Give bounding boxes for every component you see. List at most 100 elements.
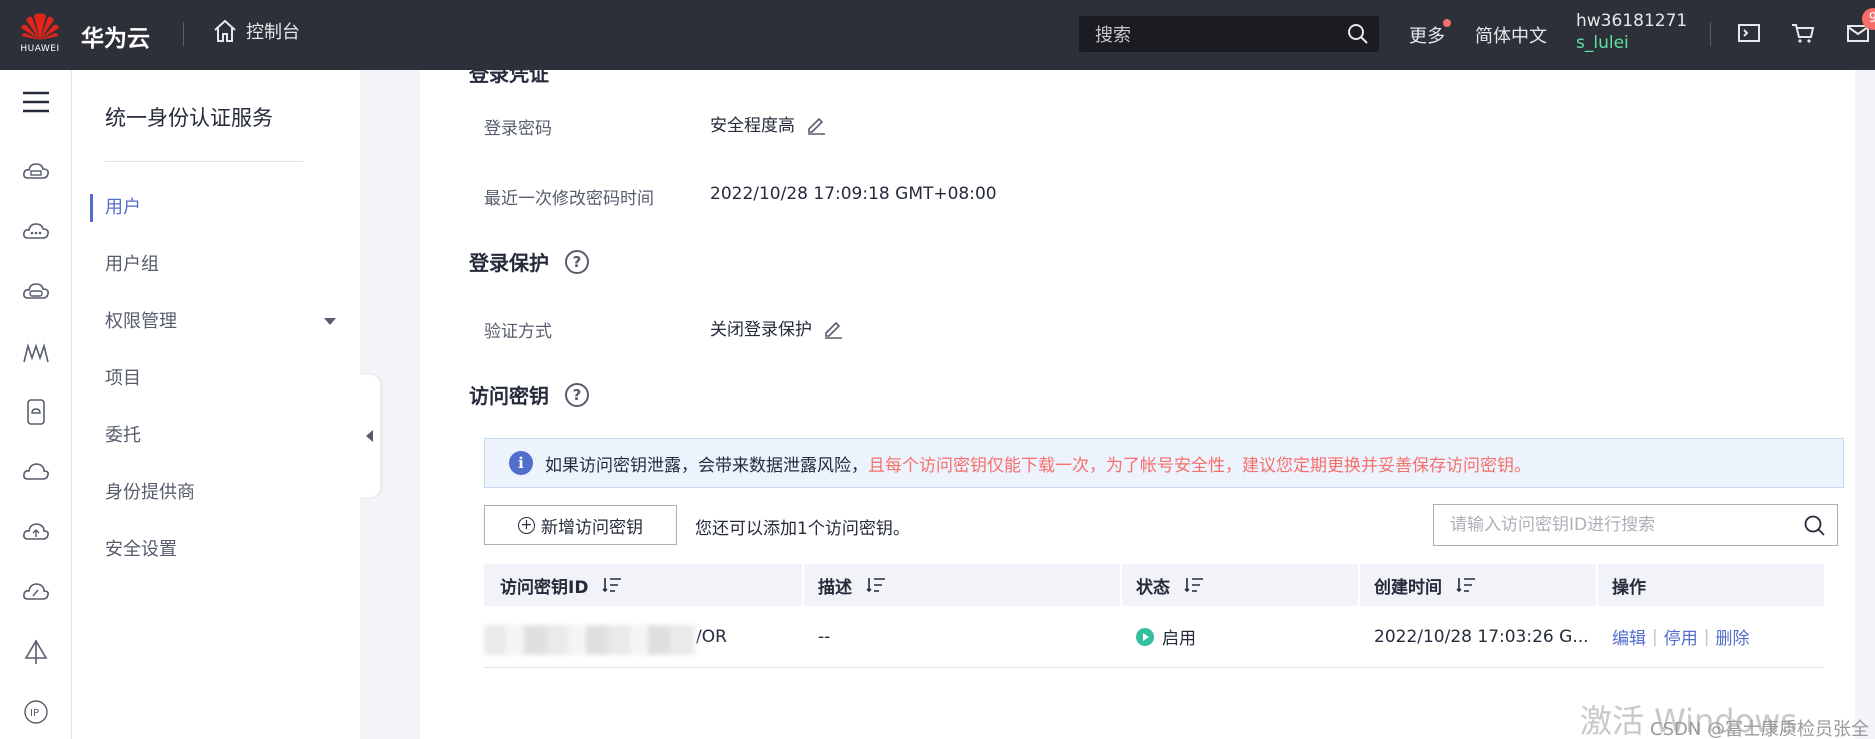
status-enabled-icon [1136, 627, 1154, 646]
divider [183, 22, 184, 46]
key-id-suffix: /OR [696, 626, 727, 647]
edit-key-link[interactable]: 编辑 [1612, 624, 1646, 649]
chevron-down-icon[interactable] [324, 318, 336, 325]
separator: | [1703, 626, 1710, 647]
top-navigation-bar: HUAWEI 华为云 控制台 搜索 更多 简体中文 hw36181271 s_l… [0, 0, 1875, 70]
column-header-created[interactable]: 创建时间 [1358, 564, 1596, 606]
service-title: 统一身份认证服务 [105, 106, 273, 130]
notification-dot [1443, 19, 1451, 27]
access-key-notice: i 如果访问密钥泄露，会带来数据泄露风险， 且每个访问密钥仅能下载一次，为了帐号… [484, 438, 1844, 488]
section-title-access-keys: 访问密钥 ? [469, 380, 589, 409]
menu-item-permissions[interactable]: 权限管理 [105, 307, 177, 333]
password-strength: 安全程度高 [710, 116, 795, 136]
help-icon[interactable]: ? [565, 382, 589, 407]
redacted-key-id [484, 617, 696, 657]
cloud-more-icon[interactable] [22, 218, 50, 246]
access-keys-title: 访问密钥 [469, 384, 549, 408]
column-label: 描述 [818, 577, 852, 598]
cloud-server-icon[interactable] [22, 158, 50, 186]
notice-text: 如果访问密钥泄露，会带来数据泄露风险， [545, 455, 868, 476]
last-password-change-value: 2022/10/28 17:09:18 GMT+08:00 [710, 184, 997, 204]
cell-key-id: /OR [484, 606, 802, 667]
sort-icon[interactable] [866, 577, 886, 593]
remaining-keys-hint: 您还可以添加1个访问密钥。 [695, 519, 910, 539]
search-icon[interactable] [1803, 514, 1827, 538]
table-header: 访问密钥ID 描述 状态 创建时间 操作 [484, 564, 1824, 606]
verification-method-value: 关闭登录保护 [710, 315, 844, 340]
menu-item-user-groups[interactable]: 用户组 [105, 250, 159, 276]
cloud-storage-icon[interactable] [22, 278, 50, 306]
column-label: 创建时间 [1374, 577, 1442, 598]
search-icon[interactable] [1347, 23, 1369, 45]
column-header-key-id[interactable]: 访问密钥ID [484, 564, 802, 606]
terminal-icon[interactable] [1736, 20, 1762, 46]
verification-method-label: 验证方式 [484, 322, 552, 342]
column-header-description[interactable]: 描述 [802, 564, 1120, 606]
cloud-gauge-icon[interactable] [22, 578, 50, 606]
add-access-key-button[interactable]: + 新增访问密钥 [484, 505, 677, 545]
more-label: 更多 [1409, 26, 1445, 47]
cloud-waves-icon[interactable] [22, 338, 50, 366]
cell-status: 启用 [1120, 606, 1358, 667]
cloud-upload-icon[interactable] [22, 518, 50, 546]
disable-key-link[interactable]: 停用 [1664, 624, 1698, 649]
edit-icon[interactable] [805, 113, 827, 135]
mobile-cloud-icon[interactable] [22, 398, 50, 426]
divider [1710, 22, 1711, 46]
info-icon: i [509, 451, 533, 475]
add-circle-icon: + [518, 516, 535, 534]
column-header-status[interactable]: 状态 [1120, 564, 1358, 606]
svg-text:IP: IP [30, 708, 39, 719]
cart-icon[interactable] [1790, 20, 1816, 46]
column-label: 访问密钥ID [500, 577, 589, 598]
delete-key-link[interactable]: 删除 [1715, 624, 1749, 649]
menu-item-security-settings[interactable]: 安全设置 [105, 535, 177, 561]
sort-icon[interactable] [1184, 577, 1204, 593]
right-scroll-gutter [1855, 70, 1875, 739]
edit-icon[interactable] [822, 317, 844, 339]
service-icon-rail: IP [0, 70, 72, 739]
table-row: /OR -- 启用 2022/10/28 17:03:26 G... 编辑 | … [484, 606, 1824, 668]
language-selector[interactable]: 简体中文 [1475, 22, 1547, 48]
brand-name[interactable]: 华为云 [81, 19, 150, 53]
account-subuser: s_lulei [1576, 33, 1629, 53]
cloud-outline-icon[interactable] [22, 458, 50, 486]
section-title-login-credential: 登录凭证 [469, 70, 549, 86]
csdn-watermark: CSDN @富士康质检员张全蛋 [1650, 719, 1870, 739]
notice-warning-text: 且每个访问密钥仅能下载一次，为了帐号安全性，建议您定期更换并妥善保存访问密钥。 [868, 455, 1531, 476]
help-icon[interactable]: ? [565, 249, 589, 274]
status-text: 启用 [1162, 629, 1196, 649]
cell-description: -- [818, 626, 831, 647]
hamburger-menu-icon[interactable] [22, 88, 50, 116]
more-menu[interactable]: 更多 [1409, 19, 1451, 48]
column-label: 状态 [1136, 577, 1170, 598]
sail-icon[interactable] [22, 638, 50, 666]
menu-item-identity-providers[interactable]: 身份提供商 [105, 478, 195, 504]
huawei-flower-icon [21, 13, 59, 41]
home-icon [214, 19, 236, 42]
account-menu[interactable]: hw36181271 s_lulei [1576, 10, 1687, 54]
add-access-key-label: 新增访问密钥 [541, 517, 643, 538]
console-link[interactable]: 控制台 [212, 18, 300, 44]
menu-item-projects[interactable]: 项目 [105, 364, 141, 390]
global-search-input[interactable]: 搜索 [1079, 16, 1379, 52]
sort-icon[interactable] [1456, 577, 1476, 593]
account-name: hw36181271 [1576, 11, 1688, 31]
menu-item-agencies[interactable]: 委托 [105, 421, 141, 447]
console-label: 控制台 [246, 22, 300, 43]
sort-icon[interactable] [602, 577, 622, 593]
active-indicator [90, 194, 93, 222]
login-protection-title: 登录保护 [469, 251, 549, 275]
section-title-login-protection: 登录保护 ? [469, 247, 589, 276]
cell-created: 2022/10/28 17:03:26 G... [1374, 626, 1589, 647]
menu-item-users[interactable]: 用户 [105, 193, 141, 219]
huawei-logo[interactable]: HUAWEI [18, 10, 62, 60]
access-key-search-input[interactable] [1433, 504, 1838, 546]
last-password-change-label: 最近一次修改密码时间 [484, 189, 654, 209]
divider [105, 161, 303, 162]
cell-actions: 编辑 | 停用 | 删除 [1596, 606, 1824, 667]
collapse-menu-handle[interactable] [360, 375, 380, 497]
ip-icon[interactable]: IP [22, 698, 50, 726]
service-side-menu: 统一身份认证服务 用户 用户组 权限管理 项目 委托 身份提供商 安全设置 [72, 70, 360, 739]
verification-method-text: 关闭登录保护 [710, 320, 812, 340]
